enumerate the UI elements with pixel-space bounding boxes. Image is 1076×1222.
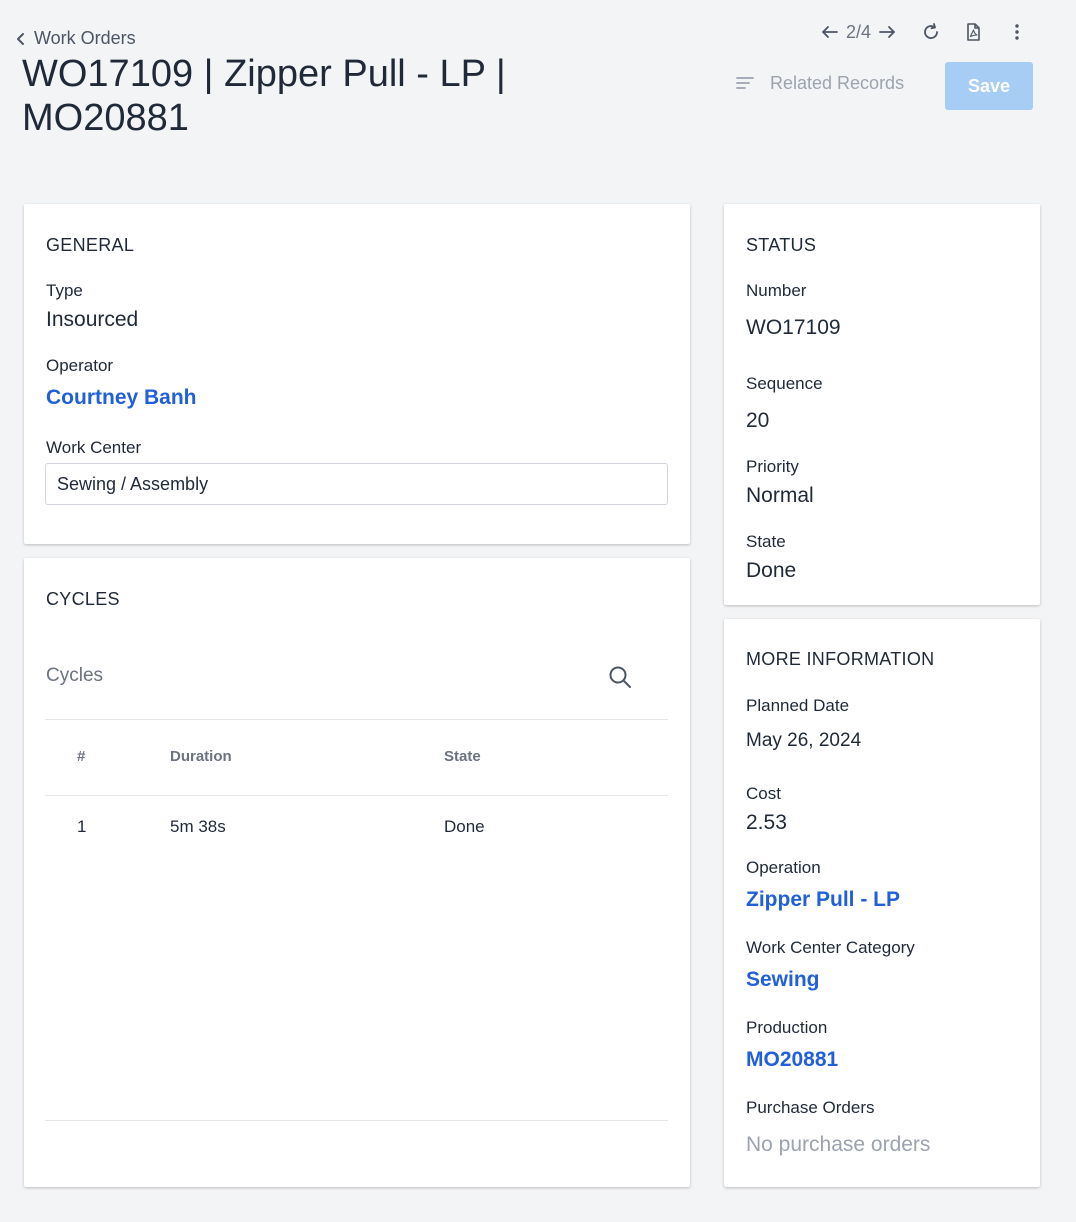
operator-link[interactable]: Courtney Banh	[46, 386, 197, 410]
save-button[interactable]: Save	[945, 62, 1033, 110]
general-title: GENERAL	[46, 235, 135, 255]
planned-date-value: May 26, 2024	[746, 730, 862, 751]
work-center-field[interactable]	[45, 463, 668, 505]
sequence-label: Sequence	[746, 374, 823, 393]
related-records-button[interactable]: Related Records	[734, 72, 904, 94]
planned-date-label: Planned Date	[746, 696, 850, 715]
more-information-title: MORE INFORMATION	[746, 649, 935, 669]
cycles-card: CYCLES # Duration State 1 5m 38s Done	[24, 558, 690, 1187]
record-toolbar: 2/4	[820, 18, 1027, 46]
search-icon[interactable]	[607, 664, 633, 690]
operator-label: Operator	[46, 356, 114, 375]
chevron-left-icon	[17, 32, 24, 45]
operation-label: Operation	[746, 858, 821, 877]
cycle-number-cell: 1	[77, 817, 87, 836]
status-card: STATUS Number WO17109 Sequence 20 Priori…	[724, 204, 1040, 605]
column-header-state[interactable]: State	[444, 748, 481, 765]
column-header-duration[interactable]: Duration	[170, 748, 232, 765]
work-center-category-label: Work Center Category	[746, 938, 915, 957]
purchase-orders-label: Purchase Orders	[746, 1098, 875, 1117]
page-title: WO17109 | Zipper Pull - LP | MO20881	[22, 53, 506, 139]
priority-value: Normal	[746, 484, 814, 507]
column-header-number[interactable]: #	[77, 748, 85, 765]
number-label: Number	[746, 281, 807, 300]
number-value: WO17109	[746, 316, 841, 339]
list-icon	[736, 77, 754, 89]
cycles-title: CYCLES	[46, 589, 120, 609]
general-card: GENERAL Type Insourced Operator Courtney…	[24, 204, 690, 544]
priority-label: Priority	[746, 457, 799, 476]
related-records-label: Related Records	[770, 72, 905, 93]
work-center-label: Work Center	[46, 438, 142, 457]
type-value: Insourced	[46, 308, 139, 331]
work-center-category-link[interactable]: Sewing	[746, 968, 820, 992]
type-label: Type	[46, 281, 83, 300]
cycle-state-cell: Done	[444, 817, 485, 836]
arrow-left-icon[interactable]	[820, 22, 840, 42]
cycle-duration-cell: 5m 38s	[170, 817, 226, 836]
state-label: State	[746, 532, 786, 551]
state-value: Done	[746, 559, 797, 582]
production-link[interactable]: MO20881	[746, 1048, 838, 1072]
back-to-work-orders-link[interactable]: Work Orders	[14, 28, 136, 49]
refresh-icon[interactable]	[921, 22, 941, 42]
more-information-card: MORE INFORMATION Planned Date May 26, 20…	[724, 619, 1040, 1187]
production-label: Production	[746, 1018, 828, 1037]
more-vertical-icon[interactable]	[1007, 22, 1027, 42]
operation-link[interactable]: Zipper Pull - LP	[746, 888, 900, 912]
table-top-divider	[45, 719, 668, 720]
back-link-label: Work Orders	[34, 28, 136, 48]
sequence-value: 20	[746, 409, 770, 432]
cost-value: 2.53	[746, 811, 787, 834]
cost-label: Cost	[746, 784, 781, 803]
pager-count: 2/4	[846, 21, 872, 42]
table-bottom-divider	[45, 1120, 668, 1121]
status-title: STATUS	[746, 235, 817, 255]
pdf-icon[interactable]	[963, 22, 983, 42]
purchase-orders-empty: No purchase orders	[746, 1133, 931, 1156]
cycles-search-input[interactable]	[46, 656, 646, 696]
arrow-right-icon[interactable]	[877, 22, 897, 42]
table-header-divider	[45, 795, 668, 796]
